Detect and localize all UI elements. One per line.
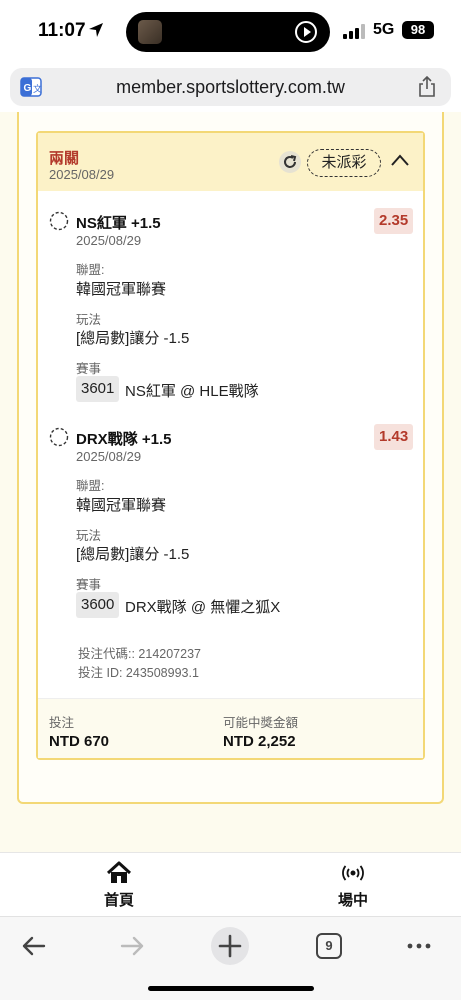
tabs-count[interactable]: 9 — [309, 938, 349, 953]
nav-live[interactable]: 場中 — [313, 861, 393, 910]
bet-code: 投注代碼:: 214207237 — [78, 647, 201, 661]
selection-name: DRX戰隊 +1.5 — [76, 431, 172, 448]
tabs-button[interactable]: 9 — [309, 926, 349, 966]
network-type: 5G — [373, 21, 395, 38]
share-icon[interactable] — [417, 76, 437, 98]
match-code: 3601 — [76, 376, 120, 402]
battery-indicator: 98 — [402, 21, 434, 39]
match-name: NS紅軍 @ HLE戰隊 — [125, 383, 259, 400]
nav-home[interactable]: 首頁 — [79, 861, 159, 910]
selection-name: NS紅軍 +1.5 — [76, 215, 161, 232]
pending-status-icon — [49, 427, 69, 447]
payout-value: NTD 2,252 — [223, 733, 296, 750]
nav-live-label[interactable]: 場中 — [313, 889, 393, 910]
bet-card-footer: 投注 NTD 670 可能中獎金額 NTD 2,252 — [38, 698, 423, 758]
event-label: 賽事 — [76, 578, 102, 592]
selection-date: 2025/08/29 — [76, 449, 142, 464]
address-bar[interactable]: G 文 member.sportslottery.com.tw — [10, 68, 451, 106]
back-arrow-icon[interactable] — [14, 926, 54, 966]
dynamic-island — [126, 12, 330, 52]
league-value: 韓國冠軍聯賽 — [76, 281, 167, 298]
play-icon — [295, 21, 317, 43]
status-badge: 未派彩 — [307, 149, 381, 177]
match-code: 3600 — [76, 592, 120, 618]
broadcast-icon[interactable] — [340, 861, 366, 885]
stake-label: 投注 — [49, 716, 75, 730]
location-arrow-icon — [89, 23, 103, 37]
play-label: 玩法 — [76, 313, 102, 327]
bet-card: 兩關 2025/08/29 未派彩 NS紅軍 +1.5 2.35 2025/08… — [36, 131, 425, 760]
match-name: DRX戰隊 @ 無懼之狐X — [125, 599, 281, 616]
odds-badge: 2.35 — [374, 208, 414, 234]
home-icon[interactable] — [106, 861, 132, 885]
bet-type: 兩關 — [49, 150, 80, 167]
play-label: 玩法 — [76, 529, 102, 543]
bottom-navigation: 首頁 場中 — [0, 852, 461, 916]
pending-status-icon — [49, 211, 69, 231]
new-tab-icon[interactable] — [210, 926, 250, 966]
payout-label: 可能中獎金額 — [223, 716, 299, 730]
forward-arrow-icon[interactable] — [112, 926, 152, 966]
odds-badge: 1.43 — [374, 424, 414, 450]
play-value: [總局數]讓分 -1.5 — [76, 546, 190, 563]
nav-home-label[interactable]: 首頁 — [79, 889, 159, 910]
play-value: [總局數]讓分 -1.5 — [76, 330, 190, 347]
now-playing-thumbnail — [138, 20, 162, 44]
bet-card-header[interactable]: 兩關 2025/08/29 未派彩 — [38, 133, 423, 191]
stake-value: NTD 670 — [49, 733, 110, 750]
home-indicator — [148, 986, 314, 991]
url-text[interactable]: member.sportslottery.com.tw — [10, 77, 451, 98]
status-bar: 11:07 5G 98 — [0, 0, 461, 62]
selection-date: 2025/08/29 — [76, 233, 142, 248]
league-label: 聯盟: — [76, 263, 105, 277]
event-label: 賽事 — [76, 362, 102, 376]
bet-id: 投注 ID: 243508993.1 — [78, 666, 199, 680]
more-options-icon[interactable] — [399, 926, 439, 966]
bet-date: 2025/08/29 — [49, 167, 115, 182]
league-label: 聯盟: — [76, 479, 105, 493]
cellular-signal-icon — [343, 24, 365, 39]
league-value: 韓國冠軍聯賽 — [76, 497, 167, 514]
clock: 11:07 — [38, 20, 86, 41]
refresh-icon[interactable] — [279, 151, 301, 173]
chevron-up-icon[interactable] — [390, 153, 410, 167]
